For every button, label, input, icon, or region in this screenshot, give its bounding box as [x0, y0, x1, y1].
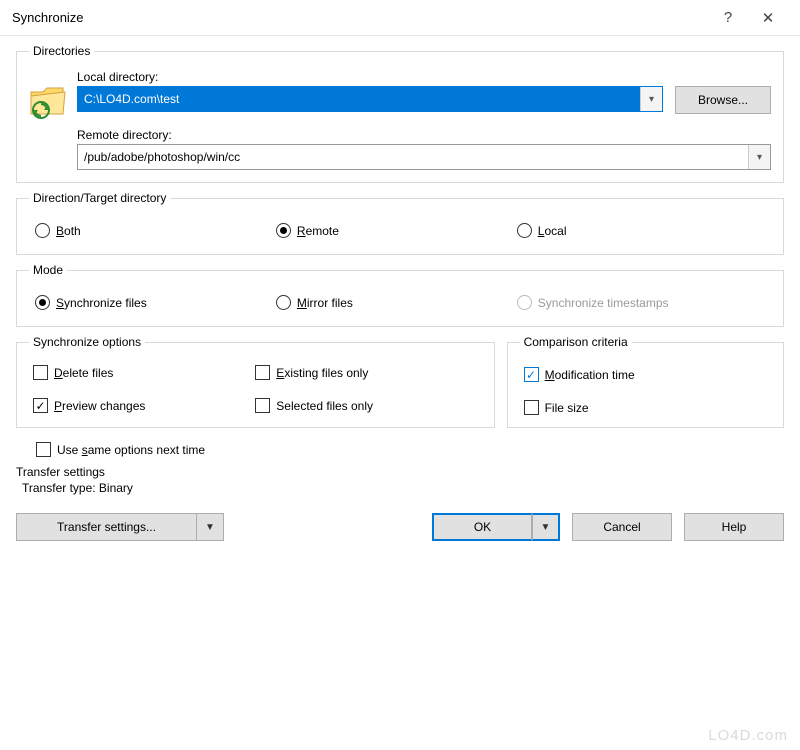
- checkbox-icon: [255, 398, 270, 413]
- checkbox-icon: ✓: [33, 398, 48, 413]
- modification-time-label: Modification time: [545, 368, 635, 382]
- delete-files-checkbox[interactable]: Delete files: [33, 365, 255, 380]
- directories-legend: Directories: [29, 44, 94, 58]
- radio-icon: [35, 223, 50, 238]
- preview-changes-label: Preview changes: [54, 399, 145, 413]
- sync-options-legend: Synchronize options: [29, 335, 145, 349]
- ok-button[interactable]: OK: [432, 513, 532, 541]
- chevron-down-icon[interactable]: ▼: [196, 513, 224, 541]
- checkbox-icon: [33, 365, 48, 380]
- mode-mirror-label: Mirror files: [297, 296, 353, 310]
- radio-icon: [276, 223, 291, 238]
- radio-icon: [517, 223, 532, 238]
- radio-icon: [517, 295, 532, 310]
- same-options-label: Use same options next time: [57, 443, 205, 457]
- mode-group: Mode Synchronize files Mirror files Sync…: [16, 263, 784, 327]
- chevron-down-icon[interactable]: ▾: [748, 145, 770, 169]
- directories-group: Directories Local directory: C:\LO4D.co: [16, 44, 784, 183]
- remote-dir-combo[interactable]: /pub/adobe/photoshop/win/cc ▾: [77, 144, 771, 170]
- delete-files-label: Delete files: [54, 366, 113, 380]
- checkbox-icon: ✓: [524, 367, 539, 382]
- selected-only-checkbox[interactable]: Selected files only: [255, 398, 477, 413]
- help-button[interactable]: Help: [684, 513, 784, 541]
- selected-only-label: Selected files only: [276, 399, 373, 413]
- mode-timestamps-label: Synchronize timestamps: [538, 296, 669, 310]
- chevron-down-icon[interactable]: ▼: [532, 513, 560, 541]
- radio-icon: [276, 295, 291, 310]
- same-options-checkbox[interactable]: Use same options next time: [36, 442, 780, 457]
- button-bar: Transfer settings... ▼ OK ▼ Cancel Help: [16, 505, 784, 553]
- local-dir-combo[interactable]: C:\LO4D.com\test ▾: [77, 86, 663, 112]
- mode-sync-radio[interactable]: Synchronize files: [35, 295, 276, 310]
- checkbox-icon: [36, 442, 51, 457]
- direction-group: Direction/Target directory Both Remote L…: [16, 191, 784, 255]
- watermark: LO4D.com: [708, 727, 788, 744]
- checkbox-icon: [255, 365, 270, 380]
- remote-dir-value[interactable]: /pub/adobe/photoshop/win/cc: [78, 145, 748, 169]
- mode-mirror-radio[interactable]: Mirror files: [276, 295, 517, 310]
- modification-time-checkbox[interactable]: ✓ Modification time: [524, 367, 767, 382]
- transfer-type-line: Transfer type: Binary: [16, 481, 784, 495]
- direction-both-label: Both: [56, 224, 81, 238]
- local-dir-value[interactable]: C:\LO4D.com\test: [78, 87, 640, 111]
- radio-icon: [35, 295, 50, 310]
- dialog-content: Directories Local directory: C:\LO4D.co: [0, 36, 800, 553]
- direction-local-radio[interactable]: Local: [517, 223, 758, 238]
- cancel-button[interactable]: Cancel: [572, 513, 672, 541]
- local-dir-label: Local directory:: [77, 70, 771, 84]
- close-icon[interactable]: ✕: [748, 9, 788, 27]
- file-size-label: File size: [545, 401, 589, 415]
- transfer-settings-split[interactable]: Transfer settings... ▼: [16, 513, 224, 541]
- transfer-heading: Transfer settings: [16, 465, 784, 479]
- preview-changes-checkbox[interactable]: ✓ Preview changes: [33, 398, 255, 413]
- window-title: Synchronize: [12, 10, 708, 25]
- mode-timestamps-radio: Synchronize timestamps: [517, 295, 758, 310]
- existing-only-label: Existing files only: [276, 366, 368, 380]
- comparison-legend: Comparison criteria: [520, 335, 632, 349]
- comparison-group: Comparison criteria ✓ Modification time …: [507, 335, 784, 428]
- chevron-down-icon[interactable]: ▾: [640, 87, 662, 111]
- folder-sync-icon: [29, 70, 77, 120]
- help-icon[interactable]: ?: [708, 9, 748, 26]
- direction-local-label: Local: [538, 224, 567, 238]
- transfer-info: Transfer settings Transfer type: Binary: [16, 463, 784, 505]
- titlebar: Synchronize ? ✕: [0, 0, 800, 36]
- existing-only-checkbox[interactable]: Existing files only: [255, 365, 477, 380]
- browse-button[interactable]: Browse...: [675, 86, 771, 114]
- remote-dir-label: Remote directory:: [77, 128, 771, 142]
- mode-legend: Mode: [29, 263, 67, 277]
- file-size-checkbox[interactable]: File size: [524, 400, 767, 415]
- direction-both-radio[interactable]: Both: [35, 223, 276, 238]
- ok-split[interactable]: OK ▼: [432, 513, 560, 541]
- direction-remote-radio[interactable]: Remote: [276, 223, 517, 238]
- transfer-settings-button[interactable]: Transfer settings...: [16, 513, 196, 541]
- mode-sync-label: Synchronize files: [56, 296, 147, 310]
- sync-options-group: Synchronize options Delete files ✓ Previ…: [16, 335, 495, 428]
- direction-remote-label: Remote: [297, 224, 339, 238]
- direction-legend: Direction/Target directory: [29, 191, 170, 205]
- checkbox-icon: [524, 400, 539, 415]
